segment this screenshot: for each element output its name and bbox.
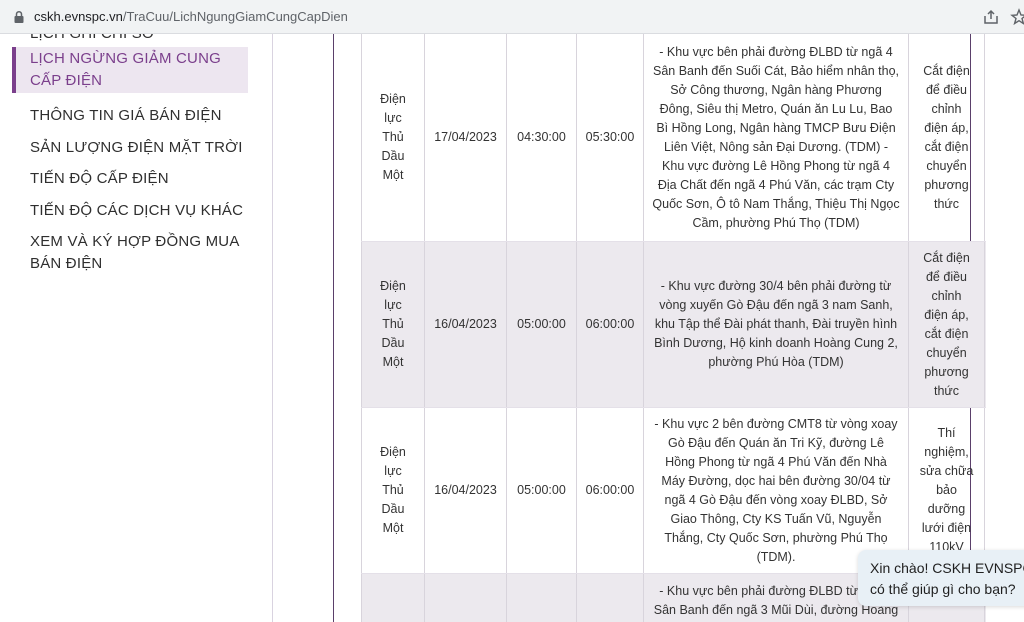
end-time-cell: 06:00:00 <box>577 242 644 407</box>
reason-cell: Cắt điện để điều chỉnh điện áp, cắt điện chuy… <box>909 34 985 241</box>
share-icon[interactable] <box>982 8 1000 26</box>
url-path: /TraCuu/LichNgungGiamCungCapDien <box>122 9 348 24</box>
date-cell <box>425 574 507 622</box>
reason-cell: Cắt điện để điều chỉnh điện áp, cắt điện chuy… <box>909 242 985 407</box>
sidebar-item-lich-ngung-giam-cung-cap-dien[interactable]: LỊCH NGỪNG GIẢM CUNG CẤP ĐIỆN <box>12 47 248 93</box>
table-row: Điện lực Thủ Dầu Một 17/04/2023 04:30:00 05:… <box>361 34 986 242</box>
date-cell: 16/04/2023 <box>425 408 507 573</box>
address-bar[interactable]: cskh.evnspc.vn/TraCuu/LichNgungGiamCungC… <box>0 0 1024 34</box>
start-time-cell: 05:00:00 <box>507 242 577 407</box>
sidebar-item-san-luong-dien-mat-troi[interactable]: SẢN LƯỢNG ĐIỆN MẶT TRỜI <box>30 137 250 159</box>
sidebar-divider <box>272 34 273 622</box>
date-cell: 16/04/2023 <box>425 242 507 407</box>
url-text[interactable]: cskh.evnspc.vn/TraCuu/LichNgungGiamCungC… <box>34 9 348 24</box>
start-time-cell <box>507 574 577 622</box>
start-time-cell: 05:00:00 <box>507 408 577 573</box>
date-cell: 17/04/2023 <box>425 34 507 241</box>
url-host: cskh.evnspc.vn <box>34 9 123 24</box>
sidebar-item-tien-do-cac-dich-vu-khac[interactable]: TIẾN ĐỘ CÁC DỊCH VỤ KHÁC <box>30 200 250 222</box>
content-left-border <box>333 34 334 622</box>
unit-cell: Điện lực Thủ Dầu Một <box>361 242 425 407</box>
sidebar-item-lich-ghi-chi-so[interactable]: LỊCH GHI CHỈ SỐ <box>30 34 250 45</box>
start-time-cell: 04:30:00 <box>507 34 577 241</box>
unit-cell: Điện lực Thủ Dầu Một <box>361 408 425 573</box>
chat-greeting-bubble[interactable]: Xin chào! CSKH EVNSPC có thể giúp gì cho… <box>858 550 1024 606</box>
unit-cell <box>361 574 425 622</box>
unit-cell: Điện lực Thủ Dầu Một <box>361 34 425 241</box>
table-row: Điện lực Thủ Dầu Một 16/04/2023 05:00:00 06:… <box>361 242 986 408</box>
area-cell: - Khu vực 2 bên đường CMT8 từ vòng xoay … <box>644 408 909 573</box>
reason-cell: Thí nghiệm, sửa chữa bảo dưỡng lưới điện 110kV <box>909 408 985 573</box>
area-cell: - Khu vực bên phải đường ĐLBD từ ngã 4 S… <box>644 34 909 241</box>
chat-greeting-line1: Xin chào! CSKH EVNSPC <box>870 560 1024 576</box>
area-cell: - Khu vực đường 30/4 bên phải đường từ v… <box>644 242 909 407</box>
lock-icon <box>14 10 24 23</box>
sidebar-item-thong-tin-gia-ban-dien[interactable]: THÔNG TIN GIÁ BÁN ĐIỆN <box>30 105 250 127</box>
sidebar-item-xem-va-ky-hop-dong[interactable]: XEM VÀ KÝ HỢP ĐỒNG MUA BÁN ĐIỆN <box>30 231 240 275</box>
end-time-cell: 05:30:00 <box>577 34 644 241</box>
bookmark-star-icon[interactable] <box>1010 8 1024 26</box>
end-time-cell: 06:00:00 <box>577 408 644 573</box>
sidebar-item-tien-do-cap-dien[interactable]: TIẾN ĐỘ CẤP ĐIỆN <box>30 168 250 190</box>
sidebar-nav: LỊCH GHI CHỈ SỐ LỊCH NGỪNG GIẢM CUNG CẤP… <box>0 34 272 622</box>
chat-greeting-line2: có thể giúp gì cho bạn? <box>870 581 1016 597</box>
end-time-cell <box>577 574 644 622</box>
